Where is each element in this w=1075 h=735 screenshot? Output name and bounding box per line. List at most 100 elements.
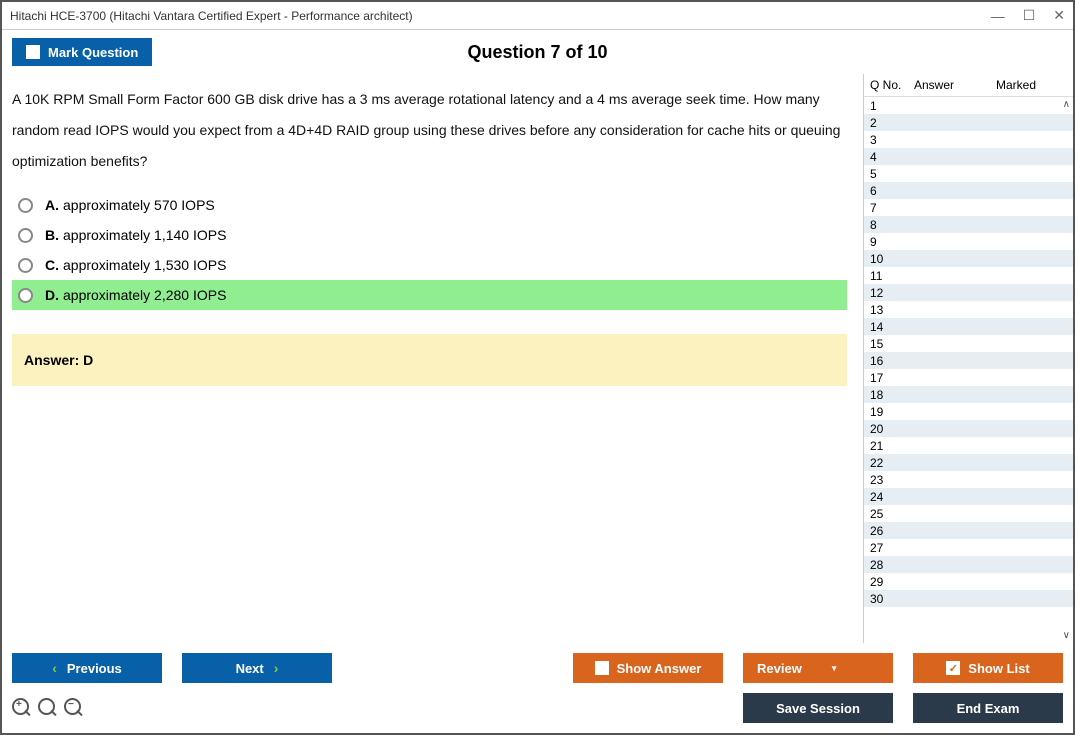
show-list-button[interactable]: ✓ Show List (913, 653, 1063, 683)
row-qno: 10 (870, 252, 914, 266)
header-marked: Marked (996, 78, 1067, 92)
question-list-row[interactable]: 27 (864, 539, 1073, 556)
row-qno: 17 (870, 371, 914, 385)
question-list-row[interactable]: 19 (864, 403, 1073, 420)
question-list-row[interactable]: 4 (864, 148, 1073, 165)
scroll-up-icon[interactable]: ∧ (1063, 99, 1070, 110)
app-window: Hitachi HCE-3700 (Hitachi Vantara Certif… (0, 0, 1075, 735)
question-list-row[interactable]: 7 (864, 199, 1073, 216)
row-qno: 14 (870, 320, 914, 334)
chevron-left-icon: ‹ (52, 661, 57, 675)
options-list: A. approximately 570 IOPSB. approximatel… (12, 190, 847, 310)
answer-label: Answer: D (24, 352, 93, 368)
mark-question-button[interactable]: Mark Question (12, 38, 152, 66)
question-list-row[interactable]: 17 (864, 369, 1073, 386)
question-list-row[interactable]: 6 (864, 182, 1073, 199)
row-qno: 30 (870, 592, 914, 606)
footer-row-2: + − Save Session End Exam (12, 693, 1063, 723)
option-row[interactable]: A. approximately 570 IOPS (12, 190, 847, 220)
footer-row-1: ‹ Previous Next › Show Answer Review ▾ ✓… (12, 653, 1063, 683)
end-exam-button[interactable]: End Exam (913, 693, 1063, 723)
option-letter: A. (45, 197, 59, 213)
option-row[interactable]: B. approximately 1,140 IOPS (12, 220, 847, 250)
end-exam-label: End Exam (957, 701, 1020, 716)
question-list-row[interactable]: 12 (864, 284, 1073, 301)
window-title: Hitachi HCE-3700 (Hitachi Vantara Certif… (10, 9, 991, 23)
question-list-row[interactable]: 10 (864, 250, 1073, 267)
option-text: approximately 1,140 IOPS (63, 227, 226, 243)
checked-icon: ✓ (946, 661, 960, 675)
option-text: approximately 570 IOPS (63, 197, 215, 213)
question-list-row[interactable]: 20 (864, 420, 1073, 437)
question-text: A 10K RPM Small Form Factor 600 GB disk … (12, 84, 847, 176)
row-qno: 21 (870, 439, 914, 453)
question-list-row[interactable]: 29 (864, 573, 1073, 590)
show-list-label: Show List (968, 661, 1029, 676)
question-list-row[interactable]: 24 (864, 488, 1073, 505)
question-list-row[interactable]: 8 (864, 216, 1073, 233)
review-button[interactable]: Review ▾ (743, 653, 893, 683)
row-qno: 12 (870, 286, 914, 300)
row-qno: 3 (870, 133, 914, 147)
row-qno: 19 (870, 405, 914, 419)
close-icon[interactable]: ✕ (1053, 7, 1065, 24)
option-letter: D. (45, 287, 59, 303)
previous-button[interactable]: ‹ Previous (12, 653, 162, 683)
radio-icon[interactable] (18, 228, 33, 243)
radio-icon[interactable] (18, 258, 33, 273)
row-qno: 6 (870, 184, 914, 198)
question-counter: Question 7 of 10 (467, 42, 607, 63)
zoom-reset-icon[interactable] (38, 698, 58, 718)
option-row[interactable]: D. approximately 2,280 IOPS (12, 280, 847, 310)
question-list-row[interactable]: 14 (864, 318, 1073, 335)
question-list-row[interactable]: 15 (864, 335, 1073, 352)
question-list-row[interactable]: 18 (864, 386, 1073, 403)
question-list-body[interactable]: ∧ ∨ 123456789101112131415161718192021222… (864, 97, 1073, 643)
option-row[interactable]: C. approximately 1,530 IOPS (12, 250, 847, 280)
show-answer-button[interactable]: Show Answer (573, 653, 723, 683)
question-list-row[interactable]: 28 (864, 556, 1073, 573)
question-list-row[interactable]: 23 (864, 471, 1073, 488)
row-qno: 5 (870, 167, 914, 181)
question-list-row[interactable]: 11 (864, 267, 1073, 284)
question-list-row[interactable]: 21 (864, 437, 1073, 454)
option-text: approximately 1,530 IOPS (63, 257, 226, 273)
question-list-row[interactable]: 13 (864, 301, 1073, 318)
question-list-row[interactable]: 3 (864, 131, 1073, 148)
zoom-out-icon[interactable]: − (64, 698, 84, 718)
question-list-row[interactable]: 26 (864, 522, 1073, 539)
row-qno: 2 (870, 116, 914, 130)
row-qno: 11 (870, 269, 914, 283)
row-qno: 7 (870, 201, 914, 215)
row-qno: 1 (870, 99, 914, 113)
previous-label: Previous (67, 661, 122, 676)
question-list-row[interactable]: 2 (864, 114, 1073, 131)
row-qno: 29 (870, 575, 914, 589)
question-list-row[interactable]: 25 (864, 505, 1073, 522)
next-button[interactable]: Next › (182, 653, 332, 683)
header-qno: Q No. (870, 78, 914, 92)
mark-question-label: Mark Question (48, 45, 138, 60)
question-list-row[interactable]: 9 (864, 233, 1073, 250)
question-list-row[interactable]: 30 (864, 590, 1073, 607)
radio-icon[interactable] (18, 288, 33, 303)
maximize-icon[interactable]: ☐ (1023, 7, 1036, 24)
show-answer-label: Show Answer (617, 661, 702, 676)
row-qno: 23 (870, 473, 914, 487)
question-list-row[interactable]: 5 (864, 165, 1073, 182)
row-qno: 24 (870, 490, 914, 504)
save-session-label: Save Session (776, 701, 860, 716)
row-qno: 8 (870, 218, 914, 232)
scroll-down-icon[interactable]: ∨ (1063, 630, 1070, 641)
row-qno: 13 (870, 303, 914, 317)
radio-icon[interactable] (18, 198, 33, 213)
question-list-row[interactable]: 16 (864, 352, 1073, 369)
save-session-button[interactable]: Save Session (743, 693, 893, 723)
question-list-row[interactable]: 22 (864, 454, 1073, 471)
row-qno: 26 (870, 524, 914, 538)
minimize-icon[interactable]: — (991, 8, 1005, 24)
row-qno: 22 (870, 456, 914, 470)
titlebar: Hitachi HCE-3700 (Hitachi Vantara Certif… (2, 2, 1073, 30)
zoom-in-icon[interactable]: + (12, 698, 32, 718)
question-list-row[interactable]: 1 (864, 97, 1073, 114)
